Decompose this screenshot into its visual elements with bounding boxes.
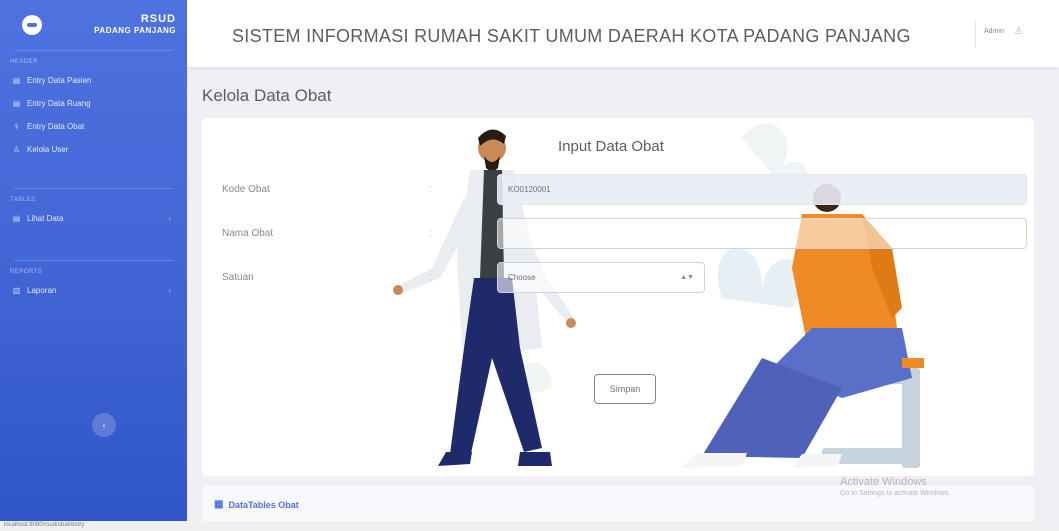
page-title: Kelola Data Obat [202,86,332,105]
user-avatar-icon[interactable]: ♙ [1014,26,1023,37]
chevron-right-icon: › [168,286,171,295]
table-icon: ▤ [12,76,21,85]
kode-obat-label: Kode Obat [222,184,270,195]
colon: : [429,272,432,283]
sidebar-item-label: Lihat Data [27,214,64,223]
doctor-patient-illustration [393,123,924,468]
user-icon: ♙ [12,145,21,154]
brand-subtitle: PADANG PANJANG [94,26,176,35]
table-icon: ▤ [12,99,21,108]
form-title: Input Data Obat [558,138,664,155]
chevron-right-icon: › [168,214,171,223]
chevron-left-icon: ‹ [102,420,106,430]
topbar-divider [975,20,976,48]
kode-obat-value: KO0120001 [508,185,551,194]
sidebar-heading: Reports [10,269,43,275]
sidebar-item-lihat-data[interactable]: ▤ Lihat Data › [0,207,187,230]
table-icon: ▦ [214,499,224,510]
satuan-label: Satuan [222,272,254,283]
sidebar-toggle-button[interactable]: ‹ [92,413,116,437]
topbar: SISTEM INFORMASI RUMAH SAKIT UMUM DAERAH… [187,0,1059,67]
sidebar-heading: Tables [10,197,36,203]
sidebar-heading: Header [10,59,39,65]
nama-obat-label: Nama Obat [222,228,274,239]
satuan-select[interactable]: Choose ▲▼ [497,262,705,293]
sidebar-item-entry-pasien[interactable]: ▤ Entry Data Pasien [0,69,187,92]
sidebar-item-entry-ruang[interactable]: ▤ Entry Data Ruang [0,92,187,115]
chart-icon: ▥ [12,286,21,295]
sidebar-item-label: Entry Data Obat [27,122,85,131]
activate-title: Activate Windows [840,476,927,488]
sidebar-item-entry-obat[interactable]: ⚕ Entry Data Obat [0,115,187,138]
colon: : [429,184,432,195]
colon: : [429,228,432,239]
datatables-title-text: DataTables Obat [228,499,299,510]
kode-obat-field[interactable]: KO0120001 [497,174,1027,205]
brand[interactable]: RSUD PADANG PANJANG [0,0,187,50]
input-card: Input Data Obat Kode Obat : KO0120001 Na… [202,118,1034,476]
sidebar: RSUD PADANG PANJANG Header ▤ Entry Data … [0,0,187,521]
sidebar-item-label: Kelola User [27,145,69,154]
table-icon: ▤ [12,214,21,223]
brand-title: RSUD [140,13,176,25]
hospital-logo-icon [22,15,42,35]
sidebar-item-laporan[interactable]: ▥ Laporan › [0,279,187,302]
sidebar-item-kelola-user[interactable]: ♙ Kelola User [0,138,187,161]
user-name[interactable]: Admin [984,28,1004,35]
sidebar-item-label: Laporan [27,286,57,295]
nama-obat-field[interactable] [497,218,1027,249]
pills-icon: ⚕ [14,122,19,131]
status-url: localhost:8080/rsud/obat/entry [4,522,85,528]
app-title: SISTEM INFORMASI RUMAH SAKIT UMUM DAERAH… [232,26,911,46]
sidebar-item-label: Entry Data Pasien [27,76,92,85]
datatables-card-title: ▦ DataTables Obat [214,499,299,510]
sidebar-item-label: Entry Data Ruang [27,99,91,108]
activate-subtitle: Go to Settings to activate Windows. [840,490,951,497]
select-arrow-icon: ▲▼ [680,274,694,281]
status-bar: localhost:8080/rsud/obat/entry [0,521,1059,531]
activate-windows-watermark: Activate Windows Go to Settings to activ… [840,476,951,497]
satuan-value: Choose [508,273,536,282]
save-button[interactable]: Simpan [594,374,656,404]
